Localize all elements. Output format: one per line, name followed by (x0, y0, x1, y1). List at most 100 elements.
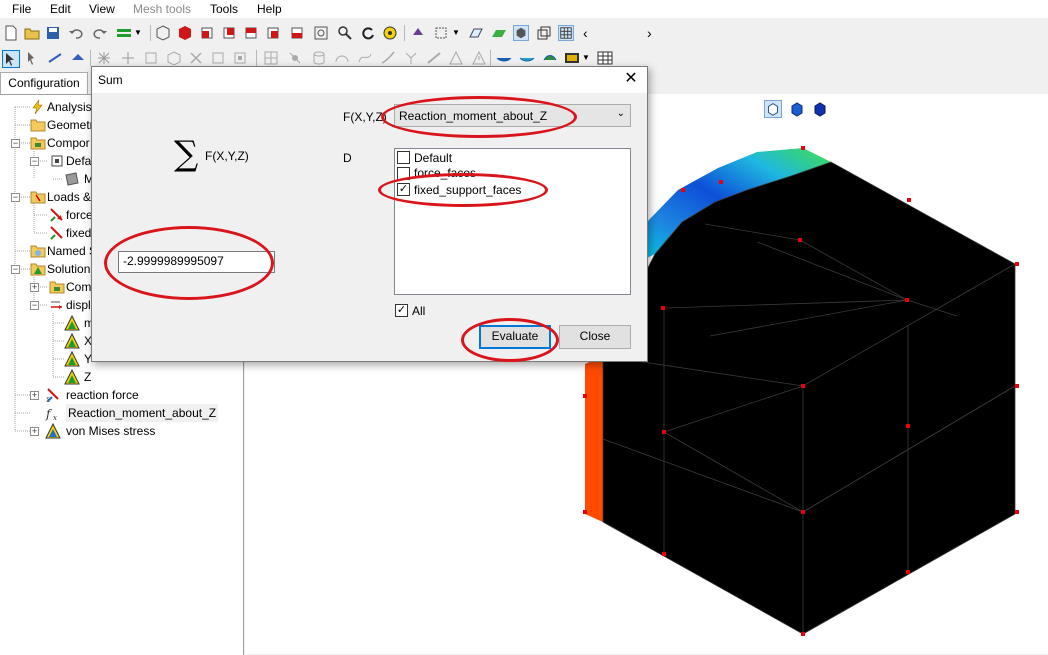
pick-edge-icon[interactable] (47, 50, 63, 66)
red-cube-front-icon[interactable] (199, 25, 215, 41)
rotate-icon[interactable] (360, 25, 376, 41)
cylinder-icon[interactable] (311, 50, 327, 66)
domain-checkbox-fixed-support-faces[interactable]: ✓ (397, 183, 410, 196)
tree-label: Compor (47, 136, 90, 150)
dropdown-arrow-icon[interactable]: ▼ (134, 25, 150, 41)
result-triangle-icon (64, 315, 80, 331)
tree-label: von Mises stress (66, 424, 156, 438)
split-icon[interactable] (403, 50, 419, 66)
arc-icon[interactable] (334, 50, 350, 66)
element-cube-icon[interactable] (166, 50, 182, 66)
red-cube-side-icon[interactable] (221, 25, 237, 41)
menu-view[interactable]: View (89, 2, 115, 16)
close-icon[interactable]: ✕ (621, 69, 641, 89)
tree-label: Solution (47, 262, 91, 276)
folder-icon (30, 119, 46, 132)
delete-element-icon[interactable] (188, 50, 204, 66)
red-cube-bottom-icon[interactable] (289, 25, 305, 41)
mesh-node-icon[interactable] (287, 50, 303, 66)
evaluate-button[interactable]: Evaluate (479, 325, 551, 349)
new-file-icon[interactable] (3, 25, 19, 41)
expand-toggle[interactable]: + (30, 427, 39, 436)
fit-view-icon[interactable] (382, 25, 398, 41)
svg-text:x: x (53, 414, 57, 421)
collapse-toggle[interactable]: − (30, 157, 39, 166)
mesh-cube-icon[interactable] (558, 25, 574, 41)
toolbar-separator (150, 25, 151, 41)
undo-icon[interactable] (68, 25, 84, 41)
dropdown-arrow-icon[interactable]: ▼ (452, 25, 468, 41)
table-icon[interactable] (597, 50, 613, 66)
nodes-icon[interactable] (96, 50, 112, 66)
result-triangle-icon (64, 369, 80, 385)
scroll-left-icon[interactable]: ‹ (583, 25, 599, 41)
sweep-icon[interactable] (380, 50, 396, 66)
menu-mesh-tools[interactable]: Mesh tools (133, 2, 191, 16)
animation-icon[interactable] (564, 50, 580, 66)
all-checkbox[interactable]: ✓ (395, 304, 408, 317)
menu-bar: File Edit View Mesh tools Tools Help (0, 0, 1048, 18)
chevron-down-icon: ⌄ (616, 108, 625, 119)
pan-icon[interactable] (410, 25, 426, 41)
menu-file[interactable]: File (12, 2, 31, 16)
scroll-right-icon[interactable]: › (647, 25, 663, 41)
expand-toggle[interactable]: + (30, 391, 39, 400)
node-pick-icon[interactable] (120, 50, 136, 66)
layers-icon[interactable] (116, 25, 132, 41)
deformed-shape-icon[interactable] (542, 50, 558, 66)
select-arrow-icon[interactable] (2, 50, 20, 68)
collapse-toggle[interactable]: − (30, 301, 39, 310)
triangle-icon[interactable] (448, 50, 464, 66)
mesh-edit-icon[interactable] (263, 50, 279, 66)
dropdown-arrow-icon[interactable]: ▼ (582, 50, 598, 66)
pick-point-icon[interactable] (25, 50, 41, 66)
zoom-icon[interactable] (337, 25, 353, 41)
red-cube-top-icon[interactable] (243, 25, 259, 41)
function-select[interactable]: Reaction_moment_about_Z ⌄ (394, 104, 631, 127)
toolbar-separator (404, 25, 405, 41)
tree-label: Geometr (47, 118, 94, 132)
domain-checkbox-force-faces[interactable] (397, 167, 410, 180)
collapse-toggle[interactable]: − (11, 265, 20, 274)
select-tool-icon[interactable] (433, 25, 449, 41)
collapse-toggle[interactable]: − (11, 193, 20, 202)
displacement-icon (51, 301, 62, 309)
tree-label: reaction force (66, 388, 139, 402)
tab-configuration[interactable]: Configuration (0, 72, 88, 94)
plane-icon[interactable] (468, 25, 484, 41)
redo-icon[interactable] (92, 25, 108, 41)
warning-triangle-icon[interactable] (471, 50, 487, 66)
sigma-icon: ∑ (174, 134, 199, 174)
result-value-field[interactable]: -2.9999989995097 (118, 251, 275, 273)
close-button[interactable]: Close (559, 325, 631, 349)
save-icon[interactable] (45, 25, 61, 41)
gradient-icon[interactable] (426, 50, 442, 66)
element-box-icon[interactable] (143, 50, 159, 66)
red-cube-back-icon[interactable] (265, 25, 281, 41)
shaded-cube-icon[interactable] (513, 25, 529, 41)
zoom-box-icon[interactable] (313, 25, 329, 41)
fixed-support-icon (50, 226, 63, 240)
collapse-toggle[interactable]: − (11, 139, 20, 148)
lightning-icon (32, 99, 43, 115)
contour-plane-icon[interactable] (519, 50, 535, 66)
menu-edit[interactable]: Edit (50, 2, 71, 16)
pick-face-icon[interactable] (70, 50, 86, 66)
domain-checkbox-default[interactable] (397, 151, 410, 164)
red-cube-icon[interactable] (177, 25, 193, 41)
formula-label: F(X,Y,Z) (205, 149, 249, 163)
open-folder-icon[interactable] (24, 25, 40, 41)
wireframe-cube-icon[interactable] (155, 25, 171, 41)
menu-tools[interactable]: Tools (210, 2, 238, 16)
mesh-body-icon (65, 172, 79, 186)
curve-icon[interactable] (357, 50, 373, 66)
face-select-icon[interactable] (210, 50, 226, 66)
domain-listbox[interactable]: Default force_faces ✓ fixed_support_face… (394, 148, 631, 295)
menu-help[interactable]: Help (257, 2, 282, 16)
cut-plane-icon[interactable] (496, 50, 512, 66)
toolbar-separator (256, 50, 257, 66)
green-surface-icon[interactable] (491, 25, 507, 41)
expand-toggle[interactable]: + (30, 283, 39, 292)
body-select-icon[interactable] (232, 50, 248, 66)
cube-outline-icon[interactable] (536, 25, 552, 41)
